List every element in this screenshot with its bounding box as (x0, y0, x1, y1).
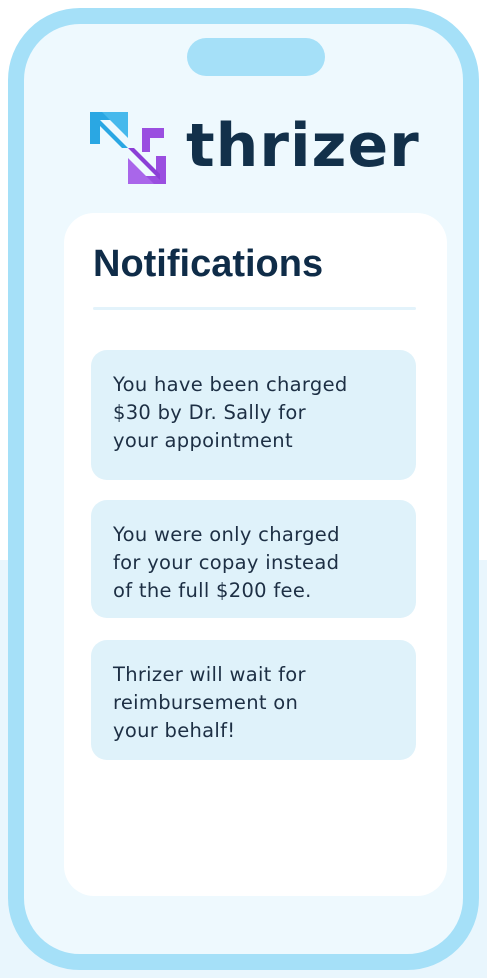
notification-text-line: your appointment (113, 429, 293, 452)
notification-item[interactable]: You have been charged $30 by Dr. Sally f… (91, 350, 416, 480)
notification-text-line: You were only charged (113, 523, 340, 546)
brand-header: thrizer (88, 108, 420, 188)
notification-item[interactable]: You were only charged for your copay ins… (91, 500, 416, 618)
stage: thrizer Notifications You have been char… (0, 0, 487, 978)
notifications-card: Notifications You have been charged $30 … (64, 213, 447, 896)
thrizer-logo-icon (90, 112, 166, 184)
page-title: Notifications (93, 243, 324, 285)
notification-text-line: Thrizer will wait for (113, 663, 306, 686)
notification-text-line: of the full $200 fee. (113, 579, 312, 602)
brand-name: thrizer (186, 111, 420, 181)
notification-text-line: for your copay instead (113, 551, 340, 574)
phone-notch (187, 38, 325, 76)
notification-item[interactable]: Thrizer will wait for reimbursement on y… (91, 640, 416, 760)
notification-text-line: reimbursement on (113, 691, 299, 714)
notification-text-line: $30 by Dr. Sally for (113, 401, 306, 424)
notification-text-line: You have been charged (113, 373, 348, 396)
title-divider (93, 307, 416, 310)
phone-frame: thrizer Notifications You have been char… (8, 8, 479, 970)
notification-text-line: your behalf! (113, 719, 236, 742)
